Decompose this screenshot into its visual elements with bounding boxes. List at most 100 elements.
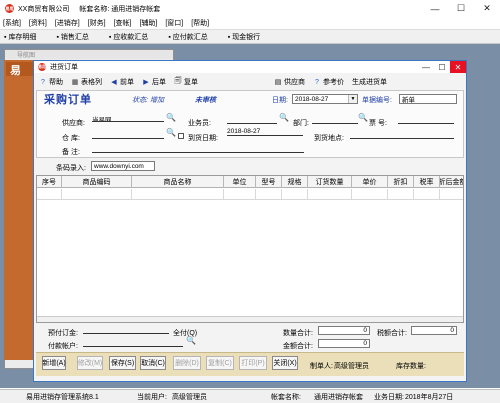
- warehouse-search-icon[interactable]: 🔍: [166, 129, 176, 137]
- col-price[interactable]: 单价: [352, 176, 388, 188]
- nav-side-text: 易: [6, 62, 34, 77]
- col-index[interactable]: 序号: [37, 176, 62, 188]
- next-order-button[interactable]: ▶ 后单: [142, 77, 166, 87]
- quick-sales-summary[interactable]: ▪ 销售汇总: [56, 32, 98, 42]
- dialog-close-icon[interactable]: ✕: [450, 61, 466, 73]
- salesman-label: 业务员:: [188, 120, 211, 127]
- qty-total-label: 数量合计:: [283, 330, 313, 337]
- col-unit[interactable]: 单位: [224, 176, 256, 188]
- amount-total-value: 0: [318, 339, 370, 348]
- dialog-maximize-icon[interactable]: ☐: [434, 61, 450, 73]
- dept-search-icon[interactable]: 🔍: [358, 114, 368, 122]
- barcode-input[interactable]: www.downyi.com: [91, 161, 155, 171]
- pay-account-search-icon[interactable]: 🔍: [186, 337, 196, 345]
- table-format-button[interactable]: ▦ 表格列: [71, 77, 102, 87]
- qty-total-value: 0: [318, 326, 370, 335]
- arrival-date-checkbox[interactable]: [178, 133, 184, 139]
- menu-window[interactable]: [窗口]: [165, 18, 183, 28]
- col-model[interactable]: 型号: [256, 176, 282, 188]
- date-picker[interactable]: 2018-08-27 ▼: [292, 94, 358, 104]
- date-label: 日期:: [272, 97, 288, 104]
- table-row[interactable]: [37, 189, 463, 200]
- quick-payable-summary[interactable]: ▪ 应付款汇总: [168, 32, 217, 42]
- dialog-logo-icon: 易用: [38, 63, 46, 71]
- tax-total-value: 0: [411, 326, 457, 335]
- audit-state: 未审核: [195, 97, 216, 104]
- arrow-right-icon: ▶: [143, 79, 149, 86]
- cancel-button[interactable]: 取消(C): [140, 356, 166, 370]
- doc-icon: ▤: [274, 79, 282, 86]
- menu-finance[interactable]: [财务]: [88, 18, 106, 28]
- menu-help[interactable]: [帮助]: [191, 18, 209, 28]
- supplier-doc-button[interactable]: ▤ 供应商: [274, 77, 305, 87]
- barcode-label: 条码录入:: [56, 165, 86, 172]
- arrival-place-field[interactable]: [350, 131, 454, 139]
- menu-inventory[interactable]: [进销存]: [55, 18, 80, 28]
- dept-label: 部门:: [293, 120, 309, 127]
- salesman-field[interactable]: [227, 116, 277, 124]
- arrow-left-icon: ◀: [111, 79, 117, 86]
- copy-icon: 🗐: [174, 77, 182, 85]
- remark-field[interactable]: [92, 145, 304, 153]
- copy-order-button[interactable]: 🗐 复单: [174, 77, 199, 87]
- arrival-date-label: 到货日期:: [188, 135, 218, 142]
- stock-qty-label: 库存数量:: [396, 363, 426, 370]
- doc-number-field[interactable]: 新单: [399, 94, 457, 104]
- close-icon[interactable]: ✕: [474, 0, 500, 17]
- copy-button[interactable]: 复制(C): [206, 356, 234, 370]
- ticket-field[interactable]: [398, 116, 454, 124]
- nav-panel-title: 导航图: [5, 50, 173, 59]
- prepaid-field[interactable]: [83, 326, 169, 334]
- status-date-value: 2018年8月27日: [405, 393, 454, 401]
- supplier-field[interactable]: 当易网: [92, 114, 164, 122]
- status-date-label: 业务日期:: [374, 393, 404, 401]
- print-button[interactable]: 打印(P): [239, 356, 267, 370]
- salesman-search-icon[interactable]: 🔍: [279, 114, 289, 122]
- dialog-toolbar: ? 帮助 ▦ 表格列 ◀ 前单 ▶ 后单 🗐 复单 ▤ 供应商 ? 参考价 生成进货单: [34, 74, 466, 90]
- reference-price-button[interactable]: ? 参考价: [313, 77, 344, 87]
- tax-total-label: 税额合计:: [377, 330, 407, 337]
- minimize-icon[interactable]: —: [422, 0, 448, 17]
- menu-data[interactable]: [资料]: [29, 18, 47, 28]
- new-button[interactable]: 新增(A): [42, 356, 66, 370]
- help-icon: ?: [41, 78, 45, 86]
- grid-icon: ▦: [71, 79, 79, 86]
- arrival-date-field[interactable]: 2018-08-27: [227, 128, 303, 136]
- col-name[interactable]: 商品名称: [132, 176, 224, 188]
- prepaid-label: 预付订金:: [48, 330, 78, 337]
- account-label: 帐套名称:: [79, 5, 110, 13]
- status-bar: 易用进销存管理系统8.1 当前用户: 高级管理员 帐套名称: 通用进销存帐套 业…: [0, 389, 500, 403]
- quick-cash-bank[interactable]: ▪ 现金银行: [228, 32, 270, 42]
- prev-order-button[interactable]: ◀ 前单: [110, 77, 134, 87]
- dept-field[interactable]: [312, 116, 358, 124]
- modify-button[interactable]: 修改(M): [77, 356, 103, 370]
- warehouse-field[interactable]: [92, 131, 164, 139]
- status-account-value: 通用进销存帐套: [314, 393, 363, 401]
- warehouse-label: 仓 库:: [62, 135, 80, 142]
- quick-receivable-summary[interactable]: ▪ 应收款汇总: [109, 32, 158, 42]
- menu-bar: [系统] [资料] [进销存] [财务] [查帐] [辅助] [窗口] [帮助]: [0, 17, 500, 29]
- pay-account-field[interactable]: [83, 339, 183, 347]
- grid-horizontal-scrollbar[interactable]: [37, 316, 463, 322]
- col-tax[interactable]: 税率: [414, 176, 440, 188]
- maximize-icon[interactable]: ☐: [448, 0, 474, 17]
- status-value: 增加: [150, 97, 164, 104]
- delete-button[interactable]: 删除(D): [173, 356, 201, 370]
- help-button[interactable]: ? 帮助: [39, 77, 63, 87]
- quick-stock-detail[interactable]: ▪ 库存明细: [4, 32, 46, 42]
- save-button[interactable]: 保存(S): [109, 356, 136, 370]
- col-net-amount[interactable]: 折后金额: [440, 176, 463, 188]
- col-discount[interactable]: 折扣: [388, 176, 414, 188]
- order-items-grid: 序号 商品编码 商品名称 单位 型号 规格 订货数量 单价 折扣 税率 折后金额: [36, 175, 464, 323]
- menu-tools[interactable]: [辅助]: [139, 18, 157, 28]
- dialog-minimize-icon[interactable]: —: [418, 61, 434, 73]
- menu-system[interactable]: [系统]: [3, 18, 21, 28]
- col-spec[interactable]: 规格: [282, 176, 308, 188]
- menu-ledger[interactable]: [查帐]: [114, 18, 132, 28]
- supplier-search-icon[interactable]: 🔍: [166, 114, 176, 122]
- creator-value: 高级管理员: [334, 363, 369, 370]
- close-button[interactable]: 关闭(X): [272, 356, 298, 370]
- col-qty[interactable]: 订货数量: [308, 176, 352, 188]
- col-code[interactable]: 商品编码: [62, 176, 132, 188]
- generate-receipt-button[interactable]: 生成进货单: [352, 77, 387, 87]
